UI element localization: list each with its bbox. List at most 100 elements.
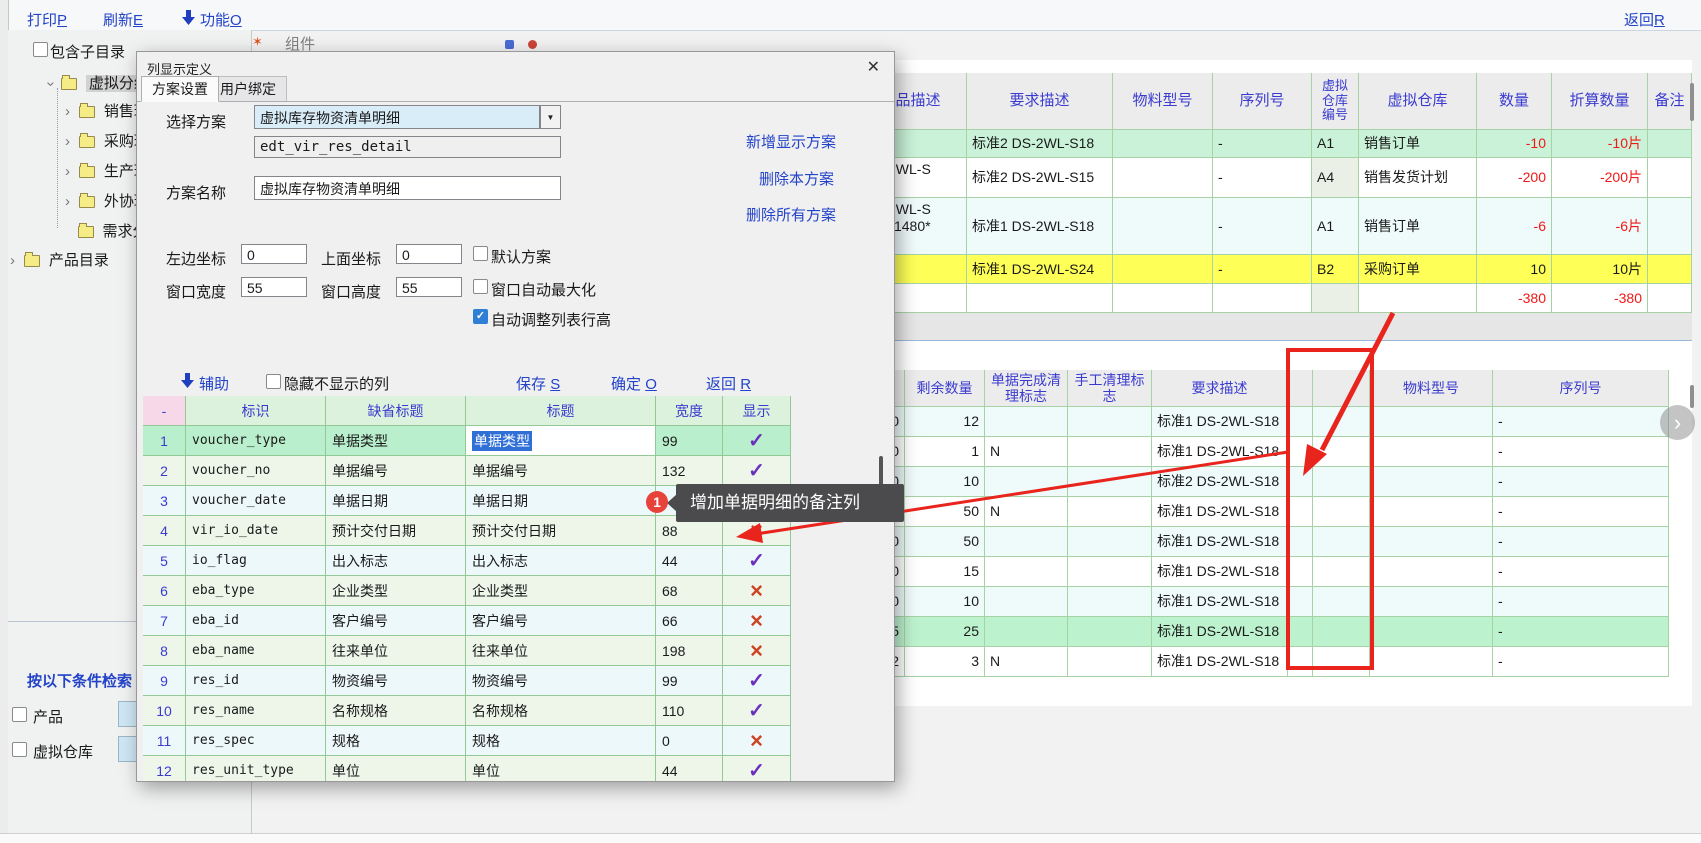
table-cell[interactable] — [1068, 467, 1152, 497]
grid-cell[interactable]: res_unit_type — [186, 756, 326, 782]
grid-cell[interactable]: 物资编号 — [466, 666, 656, 696]
grid-cell[interactable]: 10 — [143, 696, 186, 726]
table-cell[interactable] — [1370, 407, 1493, 437]
table-cell[interactable]: - — [1493, 647, 1669, 677]
table-cell[interactable]: 12 — [905, 407, 985, 437]
table-cell[interactable] — [1288, 617, 1313, 647]
grid-cell[interactable]: eba_name — [186, 636, 326, 666]
table-cell[interactable]: - — [1213, 198, 1312, 255]
table-cell[interactable] — [1113, 255, 1213, 284]
grid-cell[interactable]: vir_io_date — [186, 516, 326, 546]
cross-icon[interactable]: × — [723, 606, 791, 636]
table-cell[interactable]: - — [1493, 617, 1669, 647]
table-cell[interactable]: 标准1 DS-2WL-S18 — [1152, 647, 1288, 677]
refresh-button[interactable]: 刷新E — [103, 9, 143, 30]
grid-cell[interactable]: 6 — [143, 576, 186, 606]
tab-user-binding[interactable]: 用户绑定 — [209, 76, 287, 101]
chevron-down-icon[interactable]: › — [44, 82, 58, 87]
grid-cell[interactable]: 客户编号 — [466, 606, 656, 636]
table-cell[interactable] — [1313, 647, 1370, 677]
grid-cell[interactable]: 11 — [143, 726, 186, 756]
table-cell[interactable]: 销售订单 — [1359, 130, 1477, 158]
table-cell[interactable] — [1288, 557, 1313, 587]
close-icon[interactable]: ✕ — [867, 57, 880, 77]
table-cell[interactable] — [985, 587, 1068, 617]
table-cell[interactable]: -6 — [1477, 198, 1552, 255]
functions-button[interactable]: 功能O — [200, 9, 242, 30]
table-cell[interactable]: 标准2 DS-2WL-S18 — [967, 130, 1113, 158]
table-cell[interactable] — [1370, 557, 1493, 587]
grid-cell[interactable]: 99 — [656, 426, 723, 456]
grid-cell[interactable]: 名称规格 — [326, 696, 466, 726]
table-cell[interactable] — [1370, 527, 1493, 557]
table-cell[interactable]: 标准1 DS-2WL-S18 — [1152, 497, 1288, 527]
table-cell[interactable] — [1370, 467, 1493, 497]
grid-cell[interactable]: 出入标志 — [326, 546, 466, 576]
grid-cell[interactable]: 8 — [143, 636, 186, 666]
table-cell[interactable]: B2 — [1312, 255, 1359, 284]
table-cell[interactable] — [1288, 437, 1313, 467]
grid-cell[interactable]: 单位 — [326, 756, 466, 782]
table-cell[interactable]: 标准2 DS-2WL-S18 — [1152, 467, 1288, 497]
table-cell[interactable]: 10 — [1477, 255, 1552, 284]
table-cell[interactable] — [1213, 284, 1312, 313]
grid-cell[interactable]: 单据编号 — [466, 456, 656, 486]
grid-cell[interactable]: 预计交付日期 — [326, 516, 466, 546]
grid-cell[interactable]: 出入标志 — [466, 546, 656, 576]
chevron-right-icon[interactable]: › — [65, 165, 70, 179]
grid-cell[interactable]: 132 — [656, 456, 723, 486]
hide-columns-checkbox[interactable] — [266, 374, 281, 389]
filter-warehouse-checkbox[interactable] — [12, 742, 27, 757]
table-cell[interactable] — [1313, 407, 1370, 437]
sidebar-item-catalog[interactable]: › 产品目录 — [10, 249, 109, 270]
check-icon[interactable]: ✓ — [723, 546, 791, 576]
include-subdirs-checkbox[interactable] — [33, 42, 48, 57]
table-cell[interactable] — [985, 407, 1068, 437]
cross-icon[interactable]: × — [723, 636, 791, 666]
grid-cell[interactable]: 企业类型 — [326, 576, 466, 606]
table-cell[interactable] — [1313, 617, 1370, 647]
table-cell[interactable]: -200片 — [1552, 158, 1648, 198]
table-cell[interactable]: 1 — [905, 437, 985, 467]
table-cell[interactable]: A1 — [1312, 198, 1359, 255]
window-width-input[interactable]: 55 — [241, 277, 307, 297]
table-cell[interactable] — [1068, 497, 1152, 527]
table-cell[interactable] — [1113, 198, 1213, 255]
grid-cell[interactable]: 4 — [143, 516, 186, 546]
grid-cell[interactable]: 往来单位 — [466, 636, 656, 666]
table-cell[interactable]: - — [1493, 557, 1669, 587]
check-icon[interactable]: ✓ — [723, 666, 791, 696]
table-cell[interactable]: N — [985, 497, 1068, 527]
table-cell[interactable]: 10片 — [1552, 255, 1648, 284]
grid-cell[interactable]: res_id — [186, 666, 326, 696]
table-cell[interactable]: -380 — [1552, 284, 1648, 313]
print-button[interactable]: 打印P — [27, 9, 67, 30]
grid-cell[interactable]: 名称规格 — [466, 696, 656, 726]
grid-cell[interactable]: 企业类型 — [466, 576, 656, 606]
table-cell[interactable]: - — [1493, 497, 1669, 527]
add-scheme-link[interactable]: 新增显示方案 — [746, 131, 836, 152]
table-cell[interactable]: 标准1 DS-2WL-S18 — [1152, 407, 1288, 437]
table-cell[interactable] — [1068, 557, 1152, 587]
table-cell[interactable] — [985, 557, 1068, 587]
grid-cell[interactable]: 单位 — [466, 756, 656, 782]
table-cell[interactable]: 10 — [905, 587, 985, 617]
table-cell[interactable]: 标准1 DS-2WL-S18 — [1152, 557, 1288, 587]
grid-cell[interactable]: 单据日期 — [326, 486, 466, 516]
table-cell[interactable] — [1313, 437, 1370, 467]
grid-cell[interactable]: voucher_type — [186, 426, 326, 456]
grid-cell[interactable]: voucher_no — [186, 456, 326, 486]
table-cell[interactable]: 10 — [905, 467, 985, 497]
auto-row-height-checkbox[interactable]: ✓ — [473, 309, 488, 324]
table-cell[interactable]: 标准1 DS-2WL-S18 — [967, 198, 1113, 255]
table-cell[interactable]: A4 — [1312, 158, 1359, 198]
table-cell[interactable]: - — [1493, 437, 1669, 467]
table-cell[interactable]: -380 — [1477, 284, 1552, 313]
grid-cell[interactable]: 99 — [656, 666, 723, 696]
table-cell[interactable]: 50 — [905, 497, 985, 527]
table-cell[interactable] — [1288, 527, 1313, 557]
delete-all-schemes-link[interactable]: 删除所有方案 — [746, 204, 836, 225]
chevron-right-icon[interactable]: › — [65, 195, 70, 209]
grid-cell[interactable]: 往来单位 — [326, 636, 466, 666]
scheme-select-combo[interactable]: 虚拟库存物资清单明细 — [254, 105, 540, 129]
